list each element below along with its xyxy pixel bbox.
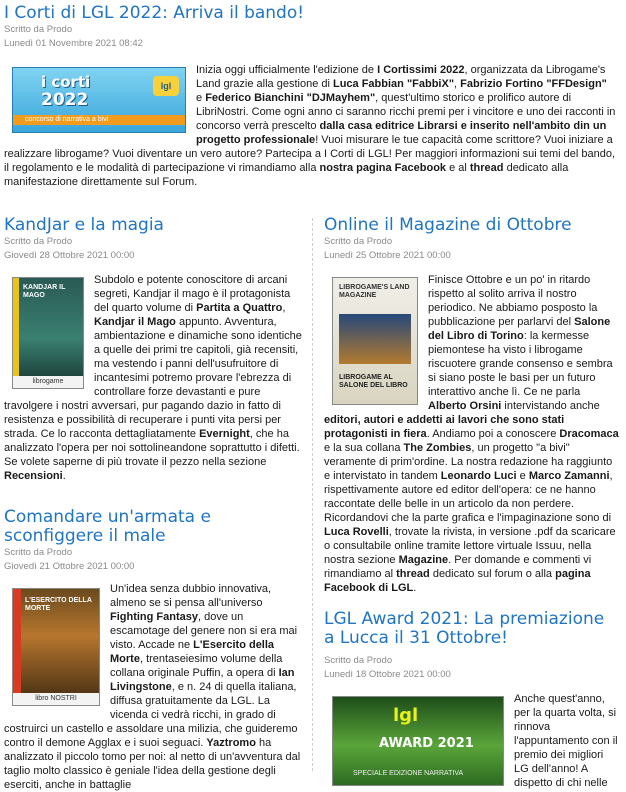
body-text: . Andiamo poi a conoscere (426, 428, 560, 440)
banner-line1: lgl (393, 705, 419, 726)
article-date: Giovedì 28 Ottobre 2021 00:00 (4, 250, 135, 261)
body-text: . (413, 582, 417, 594)
emphasis-text[interactable]: Yaztromo (206, 737, 256, 749)
banner-caption: SPECIALE EDIZIONE NARRATIVA (353, 770, 464, 777)
body-text: e (516, 470, 529, 482)
body-text: Finisce Ottobre e un po' in ritardo risp… (428, 274, 598, 328)
article-title[interactable]: Comandare un'armata e sconfiggere il mal… (4, 508, 306, 546)
article-esercito-morte: Comandare un'armata e sconfiggere il mal… (4, 508, 306, 792)
article-title[interactable]: KandJar e la magia (4, 216, 306, 235)
cover-footer: libro NOSTRI (13, 693, 99, 705)
emphasis-text[interactable]: Partita a Quattro (196, 302, 282, 314)
cover-caption: LIBROGAME AL SALONE DEL LIBRO (339, 374, 408, 389)
body-text: e (196, 92, 206, 104)
cover-title: L'ESERCITO DELLA MORTE (25, 597, 92, 612)
body-text: e la sua collana (324, 442, 404, 454)
emphasis-text[interactable]: thread (396, 568, 430, 580)
article-title[interactable]: Online il Magazine di Ottobre (324, 216, 620, 235)
article-date: Lunedì 18 Ottobre 2021 00:00 (324, 669, 451, 680)
cover-illustration (339, 314, 411, 364)
body-text: e al (446, 162, 470, 174)
article-magazine-ottobre: Online il Magazine di Ottobre Scritto da… (324, 216, 620, 595)
emphasis-text[interactable]: Luca Rovelli (324, 526, 389, 538)
body-text: . (62, 470, 66, 482)
cover-title: KANDJAR IL MAGO (23, 284, 66, 299)
emphasis-text[interactable]: I Cortissimi 2022 (377, 64, 464, 76)
thumb-line1: i corti (41, 73, 91, 91)
emphasis-text[interactable]: Recensioni (4, 470, 63, 482)
article-author: Scritto da Prodo (4, 547, 73, 558)
body-text: , (282, 302, 286, 314)
column-divider (312, 218, 313, 771)
article-date: Lunedì 25 Ottobre 2021 00:00 (324, 250, 451, 261)
body-text: dedicato sul forum o alla (429, 568, 556, 580)
emphasis-text[interactable]: The Zombies (404, 442, 472, 454)
article-date: Lunedì 01 Novembre 2021 08:42 (4, 38, 143, 49)
emphasis-text[interactable]: Kandjar il Mago (94, 316, 176, 328)
thumb-line2: 2022 (41, 90, 89, 110)
emphasis-text[interactable]: Dracomaca (559, 428, 618, 440)
body-text: Un'idea senza dubbio innovativa, almeno … (110, 583, 272, 609)
book-cover-kandjar[interactable]: KANDJAR IL MAGO librogame (12, 277, 84, 389)
article-author: Scritto da Prodo (4, 236, 73, 247)
emphasis-text[interactable]: Marco Zamanni (529, 470, 610, 482)
cover-footer: librogame (13, 376, 83, 388)
emphasis-text[interactable]: Magazine (399, 554, 449, 566)
article-kandjar: KandJar e la magia Scritto da Prodo Giov… (4, 216, 306, 483)
cover-stripe (13, 589, 21, 705)
cover-stripe (13, 278, 19, 388)
emphasis-text[interactable]: Leonardo Luci (441, 470, 517, 482)
article-thumbnail[interactable]: i corti 2022 lgl concorso di narrativa a… (12, 67, 186, 133)
emphasis-text[interactable]: Fabrizio Fortino "FFDesign" (460, 78, 607, 90)
body-text: Inizia oggi ufficialmente l'edizione de (196, 64, 378, 76)
article-author: Scritto da Prodo (324, 236, 393, 247)
body-text: intervistando anche (501, 400, 600, 412)
article-corti-2022: I Corti di LGL 2022: Arriva il bando! Sc… (4, 4, 616, 189)
thumb-caption: concorso di narrativa a bivi (25, 116, 109, 123)
emphasis-text[interactable]: thread (470, 162, 504, 174)
article-title[interactable]: I Corti di LGL 2022: Arriva il bando! (4, 4, 616, 23)
emphasis-text[interactable]: nostra pagina Facebook (320, 162, 447, 174)
body-text: Anche quest'anno, per la quarta volta, s… (514, 693, 618, 789)
article-date: Giovedì 21 Ottobre 2021 00:00 (4, 561, 135, 572)
cover-title: LIBROGAME'S LAND MAGAZINE (339, 284, 410, 299)
emphasis-text[interactable]: Evernight (199, 428, 250, 440)
emphasis-text[interactable]: Luca Fabbian "FabbiX" (333, 78, 454, 90)
award-banner[interactable]: lgl AWARD 2021 SPECIALE EDIZIONE NARRATI… (332, 696, 504, 786)
emphasis-text[interactable]: Federico Bianchini "DJMayhem" (205, 92, 375, 104)
lgl-logo-badge: lgl (153, 76, 179, 96)
article-lgl-award: LGL Award 2021: La premiazione a Lucca i… (324, 610, 620, 790)
book-cover-esercito[interactable]: L'ESERCITO DELLA MORTE libro NOSTRI (12, 588, 100, 706)
emphasis-text[interactable]: Fighting Fantasy (110, 611, 198, 623)
banner-line2: AWARD 2021 (379, 736, 474, 751)
emphasis-text[interactable]: Alberto Orsini (428, 400, 501, 412)
article-title[interactable]: LGL Award 2021: La premiazione a Lucca i… (324, 610, 620, 648)
article-author: Scritto da Prodo (4, 24, 73, 35)
magazine-cover[interactable]: LIBROGAME'S LAND MAGAZINE LIBROGAME AL S… (332, 277, 418, 405)
article-author: Scritto da Prodo (324, 655, 393, 666)
